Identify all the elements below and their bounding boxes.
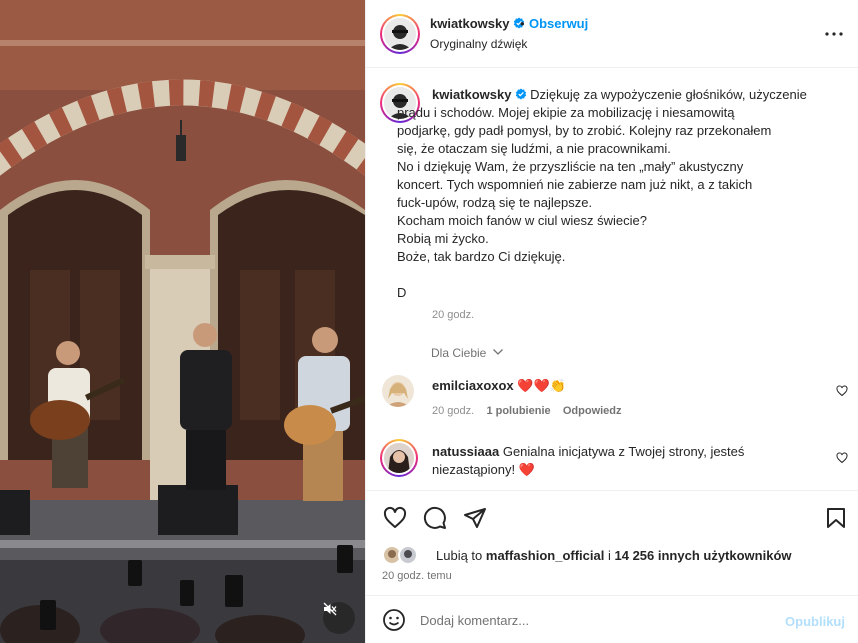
user-avatar-icon [382, 375, 414, 407]
comment-timestamp: 20 godz. [432, 405, 475, 417]
more-options-icon[interactable] [822, 22, 846, 46]
comment-like-heart-icon[interactable] [836, 452, 848, 464]
liker-username[interactable]: maffashion_official [486, 548, 604, 563]
caption-username[interactable]: kwiatkowsky [432, 87, 512, 102]
author-username-text[interactable]: kwiatkowsky [430, 16, 510, 31]
comment-like-heart-icon[interactable] [836, 385, 848, 397]
liker-avatar[interactable] [398, 545, 418, 565]
comment-text: Genialna inicjatywa z Twojej strony, jes… [502, 444, 745, 459]
comment-avatar[interactable] [380, 439, 418, 477]
publish-button[interactable]: Opublikuj [785, 614, 845, 629]
emoji-icon[interactable] [382, 608, 406, 632]
comment-text: ❤️❤️👏 [517, 378, 566, 393]
caption-line [397, 266, 832, 284]
original-audio-link[interactable]: Oryginalny dźwięk [430, 37, 527, 51]
caption-verified-badge-icon [515, 88, 526, 100]
likes-prefix: Lubią to [436, 548, 483, 563]
comment-username[interactable]: emilciaxoxox [432, 378, 514, 393]
caption-line: No i dziękuję Wam, że przyszliście na te… [397, 159, 744, 174]
chevron-down-icon [492, 349, 503, 355]
post-actions-bar [366, 490, 858, 546]
comment-sort-dropdown[interactable]: Dla Ciebie [431, 346, 504, 360]
caption-timestamp: 20 godz. [432, 309, 475, 321]
caption-line: podjarkę, gdy padł pomysł, by to zrobić.… [397, 123, 772, 138]
comment-avatar[interactable] [382, 375, 414, 407]
comment-body: natussiaaa Genialna inicjatywa z Twojej … [432, 443, 792, 479]
user-avatar-icon [384, 443, 414, 473]
caption-line: się, że otaczam się ludźmi, a nie pracow… [397, 141, 671, 156]
post-header: kwiatkowsky • Obserwuj Oryginalny dźwięk [366, 0, 858, 68]
reply-button[interactable]: Odpowiedz [563, 405, 622, 417]
post-details-panel: kwiatkowsky • Obserwuj Oryginalny dźwięk [365, 0, 858, 643]
video-player[interactable] [0, 0, 365, 643]
instagram-post-modal: kwiatkowsky • Obserwuj Oryginalny dźwięk [0, 0, 858, 643]
comments-list[interactable]: kwiatkowsky Dziękuję za wypożyczenie gło… [366, 69, 858, 489]
comment-text: niezastąpiony! ❤️ [432, 462, 535, 477]
mute-button[interactable] [323, 602, 355, 634]
caption-line: koncert. Tych wspomnień nie zabierze nam… [397, 177, 753, 192]
author-avatar[interactable] [380, 14, 420, 54]
likes-summary: Lubią to maffashion_official i 14 256 in… [382, 545, 842, 565]
caption-line: Robią mi życko. [397, 231, 489, 246]
comment-sort-label: Dla Ciebie [431, 346, 487, 360]
likes-joiner: i [607, 548, 611, 563]
author-username[interactable]: kwiatkowsky [430, 16, 525, 31]
comment-input[interactable] [420, 609, 770, 631]
comment-like-count[interactable]: 1 polubienie [486, 405, 550, 417]
caption-line: Boże, tak bardzo Ci dziękuję. [397, 249, 566, 264]
concert-video-frame [0, 0, 365, 643]
caption-line: D [397, 285, 407, 300]
likes-count[interactable]: 14 256 innych użytkowników [615, 548, 792, 563]
author-avatar-icon [384, 18, 416, 50]
header-separator: • [520, 16, 525, 31]
caption-text: kwiatkowsky Dziękuję za wypożyczenie gło… [397, 86, 832, 302]
heart-icon[interactable] [383, 506, 407, 530]
follow-button[interactable]: Obserwuj [529, 16, 588, 31]
likes-text: Lubią to maffashion_official i 14 256 in… [436, 548, 792, 563]
caption-line: fuck-upów, rodzą się te najlepsze. [397, 195, 593, 210]
caption-line: Dziękuję za wypożyczenie głośników, użyc… [530, 87, 807, 102]
post-timestamp: 20 godz. temu [382, 570, 452, 582]
caption-line: prądu i schodów. Mojej ekipie za mobiliz… [397, 105, 735, 120]
comment-icon[interactable] [423, 506, 447, 530]
send-icon[interactable] [463, 506, 487, 530]
comment-body: emilciaxoxox ❤️❤️👏 [432, 377, 792, 395]
caption-line: Kocham moich fanów w ciul wiesz świecie? [397, 213, 647, 228]
comment-username[interactable]: natussiaaa [432, 444, 499, 459]
user-avatar-icon [400, 547, 416, 563]
add-comment-bar: Opublikuj [366, 595, 858, 643]
bookmark-icon[interactable] [824, 506, 848, 530]
comment-meta: 20 godz. 1 polubienie Odpowiedz [432, 405, 622, 417]
audio-muted-icon [323, 602, 337, 616]
